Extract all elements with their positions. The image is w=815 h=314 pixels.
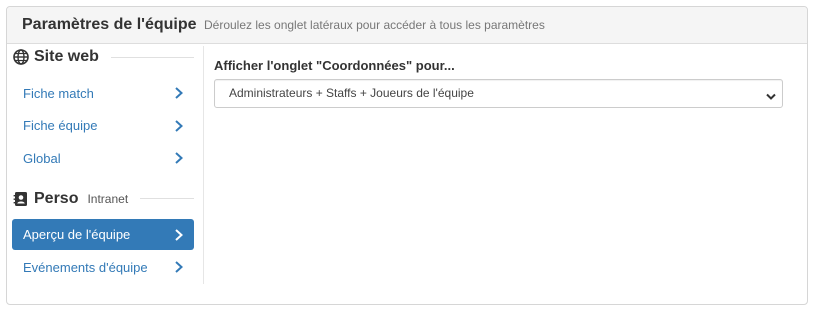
- contact-card-icon: [13, 191, 29, 207]
- section-header-perso: Perso Intranet: [13, 188, 194, 210]
- chevron-right-icon: [174, 228, 184, 241]
- sidebar-divider: [203, 46, 204, 284]
- sidebar-item-label: Fiche équipe: [23, 118, 98, 133]
- section-subtitle-intranet: Intranet: [87, 191, 129, 206]
- sidebar-item-label: Global: [23, 150, 61, 166]
- page-subtitle: Déroulez les onglet latéraux pour accéde…: [204, 18, 545, 32]
- sidebar-item-fiche-equipe[interactable]: Fiche équipe: [12, 110, 194, 141]
- sidebar-item-evenements-equipe[interactable]: Evénements d'équipe: [12, 252, 194, 283]
- main-content: Afficher l'onglet "Coordonnées" pour... …: [214, 58, 783, 108]
- panel-heading: Paramètres de l'équipe Déroulez les ongl…: [7, 7, 807, 44]
- sidebar-item-fiche-match[interactable]: Fiche match: [12, 78, 194, 109]
- sidebar-item-global[interactable]: Global: [12, 143, 194, 174]
- sidebar-item-label: Evénements d'équipe: [23, 259, 148, 275]
- section-title-perso: Perso: [34, 189, 79, 207]
- select-value: Administrateurs + Staffs + Joueurs de l'…: [229, 86, 474, 100]
- globe-icon: [13, 49, 29, 65]
- chevron-right-icon: [174, 261, 184, 273]
- coordonnees-visibility-label: Afficher l'onglet "Coordonnées" pour...: [214, 58, 455, 73]
- section-rule: [140, 198, 194, 199]
- section-header-site-web: Site web: [13, 46, 194, 68]
- coordonnees-visibility-select[interactable]: Administrateurs + Staffs + Joueurs de l'…: [214, 79, 783, 108]
- page-title: Paramètres de l'équipe: [22, 16, 197, 33]
- sidebar: Site web Fiche match Fiche équipe Global: [12, 46, 194, 283]
- chevron-right-icon: [174, 152, 184, 164]
- section-rule: [110, 56, 194, 58]
- section-title-site-web: Site web: [34, 48, 99, 65]
- chevron-right-icon: [174, 87, 184, 99]
- chevron-right-icon: [174, 119, 184, 132]
- sidebar-item-label: Aperçu de l'équipe: [23, 227, 131, 242]
- chevron-down-icon: [766, 90, 776, 100]
- sidebar-item-apercu-equipe[interactable]: Aperçu de l'équipe: [12, 219, 194, 250]
- sidebar-item-label: Fiche match: [23, 85, 94, 101]
